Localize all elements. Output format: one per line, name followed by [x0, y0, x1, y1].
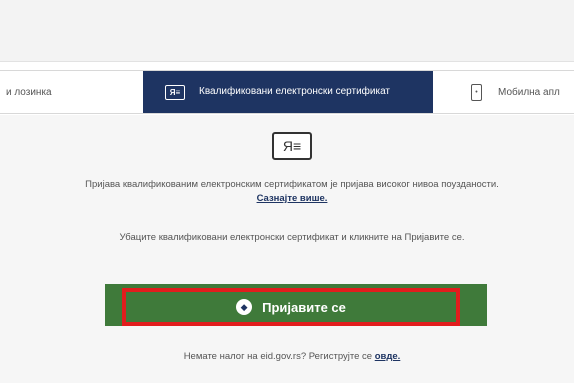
tab-password-label: и лозинка [6, 86, 52, 98]
certificate-description: Пријава квалификованим електронским серт… [85, 179, 499, 204]
mobile-phone-icon: • [471, 83, 482, 101]
top-bar [0, 0, 574, 62]
tab-certificate-label: Квалификовани електронски сертификат [199, 86, 390, 97]
tab-mobile-label: Мобилна апл [498, 86, 560, 98]
certificate-instructions: Убаците квалификовани електронски сертиф… [119, 232, 465, 243]
login-button[interactable]: ◆ Пријавите се [122, 288, 460, 326]
tab-password[interactable]: и лозинка [0, 71, 142, 113]
login-method-tabs: и лозинка Я≡ Квалификовани електронски с… [0, 70, 574, 114]
learn-more-link[interactable]: Сазнајте више. [257, 193, 328, 204]
register-prompt: Немате налог на eid.gov.rs? Региструјте … [183, 351, 401, 362]
login-button-label: Пријавите се [262, 299, 346, 315]
register-link[interactable]: овде. [375, 351, 401, 362]
certificate-card-icon: Я≡ [165, 84, 185, 100]
tab-qualified-certificate[interactable]: Я≡ Квалификовани електронски сертификат [143, 71, 433, 113]
login-shield-icon: ◆ [236, 299, 253, 315]
certificate-card-icon: Я≡ [272, 132, 312, 160]
tab-mobile-app[interactable]: • Мобилна апл [457, 71, 574, 113]
